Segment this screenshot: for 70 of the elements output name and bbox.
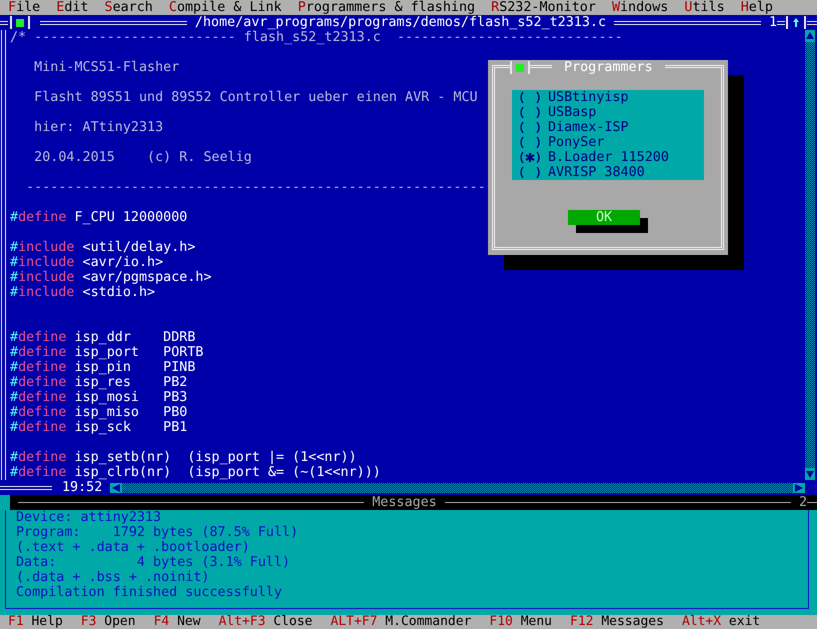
message-line: Compilation finished successfully (16, 585, 284, 600)
shortcut-item[interactable]: Alt+F3 Close (218, 615, 312, 629)
radio-button[interactable] (518, 136, 542, 149)
code-line: --------------------------------------------------------- (25, 180, 486, 195)
menu-item[interactable]: Help (740, 0, 773, 15)
dialog-title: Programmers (552, 60, 665, 75)
code-line: Mini-MCS51-Flasher (33, 60, 180, 75)
shortcut-item[interactable]: F10 Menu (489, 615, 552, 629)
message-line: Program: 1792 bytes (87.5% Full) (16, 525, 300, 540)
menu-item[interactable]: RS232-Monitor (491, 0, 596, 15)
code-line: #include <util/delay.h> (10, 240, 196, 255)
code-line: #define F_CPU 12000000 (10, 210, 188, 225)
message-line: Device: attiny2313 (16, 510, 162, 525)
right-arrow-icon[interactable] (793, 482, 805, 492)
menu-item[interactable]: Utils (684, 0, 725, 15)
option-label: AVRISP 38400 (548, 165, 645, 180)
code-line: #define isp_setb(nr) (isp_port |= (1<<nr)) (10, 450, 357, 465)
close-button[interactable] (10, 16, 30, 29)
radio-button[interactable] (518, 106, 542, 119)
code-line: #define isp_sck PB1 (10, 420, 188, 435)
shortcut-item[interactable]: F3 Open (80, 615, 136, 629)
shortcut-item[interactable]: F1 Help (8, 615, 63, 629)
code-line: Flasht 89S51 und 89S52 Controller ueber einen AVR - MCU (33, 90, 478, 105)
menu-item[interactable]: Search (104, 0, 153, 15)
message-line: (.text + .data + .bootloader) (16, 540, 251, 555)
radio-button[interactable] (518, 121, 542, 134)
option-label: USBtinyisp (548, 90, 629, 105)
code-line: #define isp_pin PINB (10, 360, 196, 375)
menu-item[interactable]: Windows (612, 0, 668, 15)
down-arrow-icon[interactable] (805, 468, 815, 480)
menu-item[interactable]: Programmers & flashing (298, 0, 476, 15)
code-line: #define isp_res PB2 (10, 375, 188, 390)
menu-item[interactable]: Compile & Link (168, 0, 282, 15)
menu-item[interactable]: File (8, 0, 40, 15)
option-label: B.Loader 115200 (548, 150, 669, 165)
panel-title: Messages (372, 495, 437, 510)
code-line: hier: ATtiny2313 (33, 120, 164, 135)
zoom-button[interactable] (786, 16, 806, 29)
option-label: PonySer (548, 135, 604, 150)
code-line: 20.04.2015 (c) R. Seelig (33, 150, 252, 165)
code-line: #define isp_port PORTB (10, 345, 204, 360)
code-line: #define isp_miso PB0 (10, 405, 188, 420)
up-arrow-icon[interactable] (805, 30, 815, 42)
radio-button[interactable] (518, 91, 542, 104)
window-number: 2 (798, 495, 807, 510)
horizontal-scrollbar[interactable] (110, 482, 805, 492)
shortcut-item[interactable]: F4 New (154, 615, 201, 629)
radio-button[interactable] (518, 166, 542, 179)
left-arrow-icon[interactable] (110, 482, 122, 492)
shortcut-item[interactable]: ALT+F7 M.Commander (330, 615, 472, 629)
message-line: Data: 4 bytes (3.1% Full) (16, 555, 292, 570)
option-label: Diamex-ISP (548, 120, 629, 135)
code-line: #include <avr/io.h> (10, 255, 164, 270)
code-line: #define isp_mosi PB3 (10, 390, 188, 405)
radio-button[interactable] (518, 151, 542, 164)
clock-time: 19:52 (62, 480, 102, 495)
window-title: /home/avr_programs/programs/demos/flash_s52_t2313.c (194, 15, 606, 30)
menu-item[interactable]: Edit (56, 0, 88, 15)
up-arrow-icon (792, 17, 800, 28)
shortcut-item[interactable]: F12 Messages (570, 615, 664, 629)
code-line: #define isp_ddr DDRB (10, 330, 196, 345)
code-line: #include <stdio.h> (10, 285, 156, 300)
code-line: #include <avr/pgmspace.h> (10, 270, 212, 285)
window-number: 1 (768, 15, 777, 30)
shortcut-item[interactable]: Alt+X exit (682, 615, 760, 629)
message-line: (.data + .bss + .noinit) (16, 570, 210, 585)
option-label: USBasp (548, 105, 596, 120)
code-line: /* ------------------------- flash_s52_t2313.c ---------------------------- (10, 30, 623, 45)
code-line: #define isp_clrb(nr) (isp_port &= (~(1<<nr))) (10, 465, 381, 480)
vertical-scrollbar[interactable] (805, 30, 815, 480)
